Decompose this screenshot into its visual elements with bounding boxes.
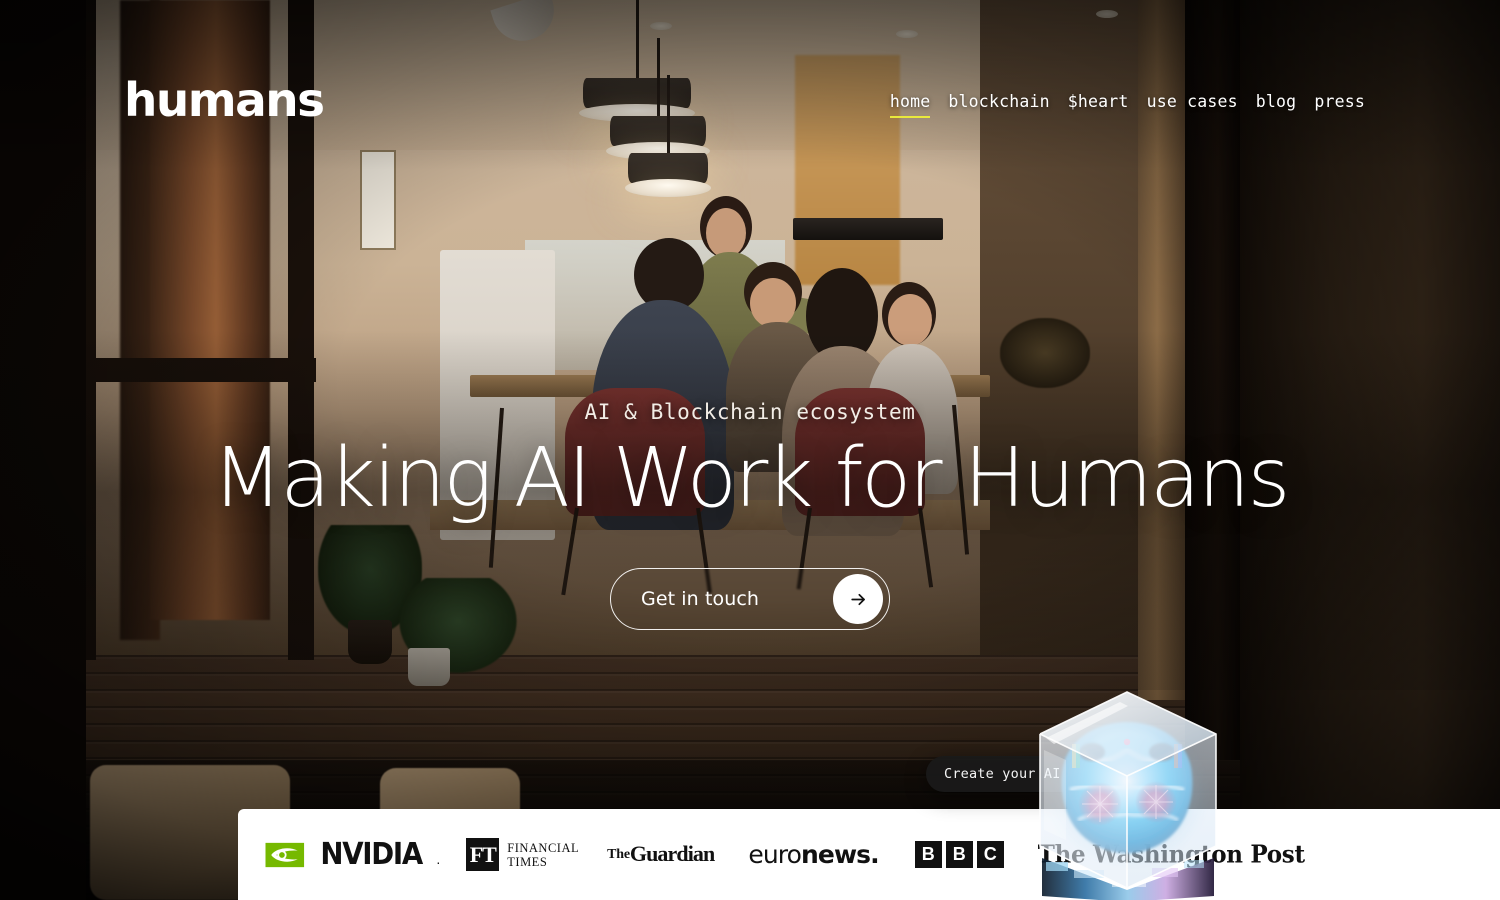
nav-item-blockchain[interactable]: blockchain — [939, 92, 1058, 111]
brand-logo-nvidia[interactable]: NVIDIA . — [264, 837, 440, 872]
press-logo-bar: NVIDIA . FT FINANCIAL TIMES The Guardian… — [238, 809, 1500, 900]
nav-item-home[interactable]: home — [881, 92, 940, 118]
ft-line2: TIMES — [507, 854, 548, 869]
hero-eyebrow: AI & Blockchain ecosystem — [584, 400, 916, 424]
ft-wordmark: FINANCIAL TIMES — [507, 841, 579, 869]
guardian-name: Guardian — [629, 841, 715, 867]
euronews-light: euro — [748, 840, 802, 869]
page-root: humans home blockchain $heart use cases … — [0, 0, 1500, 900]
ft-line1: FINANCIAL — [507, 840, 580, 855]
cta-label: Get in touch — [641, 588, 760, 610]
arrow-right-icon[interactable] — [833, 574, 883, 624]
euronews-bold: news. — [801, 840, 880, 869]
guardian-the: The — [607, 846, 630, 862]
get-in-touch-button[interactable]: Get in touch — [610, 568, 890, 630]
nvidia-wordmark: NVIDIA — [320, 837, 423, 872]
bbc-letter: B — [914, 841, 942, 868]
hero-section: AI & Blockchain ecosystem Making AI Work… — [0, 400, 1500, 630]
hero-headline: Making AI Work for Humans — [212, 431, 1290, 526]
brand-logo-bbc[interactable]: B B C — [914, 841, 1004, 868]
nav-item-heart[interactable]: $heart — [1059, 92, 1138, 111]
bbc-letter: B — [945, 841, 973, 868]
nav-item-blog[interactable]: blog — [1247, 92, 1306, 111]
nav-item-press[interactable]: press — [1305, 92, 1374, 111]
brand-logo-the-guardian[interactable]: The Guardian — [607, 841, 715, 867]
nvidia-dot: . — [436, 851, 441, 867]
ft-monogram: FT — [466, 838, 500, 871]
nvidia-eye-icon — [265, 842, 305, 867]
main-navigation: home blockchain $heart use cases blog pr… — [881, 82, 1374, 118]
brand-logo[interactable]: humans — [124, 77, 325, 123]
site-header: humans home blockchain $heart use cases … — [0, 0, 1500, 190]
brand-logo-financial-times[interactable]: FT FINANCIAL TIMES — [466, 838, 579, 871]
ai-glass-cube-icon[interactable] — [1032, 690, 1222, 900]
nav-item-use-cases[interactable]: use cases — [1138, 92, 1247, 111]
brand-logo-euronews[interactable]: euro news. — [748, 840, 880, 869]
glass-cube-faces — [1039, 691, 1217, 889]
bbc-letter: C — [976, 841, 1004, 868]
